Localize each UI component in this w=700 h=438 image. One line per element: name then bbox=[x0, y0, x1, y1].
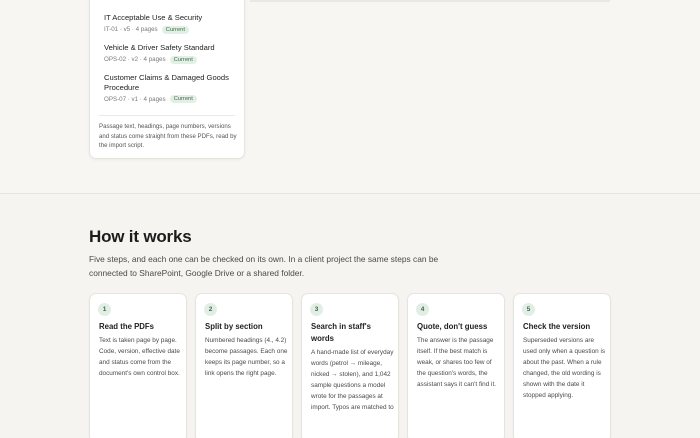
step-title: Check the version bbox=[523, 322, 591, 331]
card-note: Passage text, headings, page numbers, ve… bbox=[99, 123, 237, 150]
step-card: 3 Search in staff's words A hand-made li… bbox=[301, 293, 399, 438]
step-number: 5 bbox=[522, 303, 535, 316]
document-item[interactable]: Vehicle & Driver Safety Standard OPS-02 … bbox=[104, 43, 242, 64]
document-title: IT Acceptable Use & Security bbox=[104, 13, 203, 22]
step-card: 2 Split by section Numbered headings (4.… bbox=[195, 293, 293, 438]
step-body: Superseded versions are used only when a… bbox=[523, 337, 606, 400]
step-number: 4 bbox=[416, 303, 429, 316]
document-item[interactable]: Customer Claims & Damaged Goods Procedur… bbox=[104, 73, 242, 104]
step-title: Read the PDFs bbox=[99, 322, 155, 331]
document-item[interactable]: IT Acceptable Use & Security IT-01 · v5 … bbox=[104, 13, 242, 34]
status-badge: Current bbox=[169, 95, 197, 104]
document-meta: OPS-07 · v1 · 4 pages Current bbox=[104, 95, 242, 104]
step-title: Quote, don't guess bbox=[417, 322, 488, 331]
document-title: Customer Claims & Damaged Goods Procedur… bbox=[104, 73, 229, 92]
document-title: Vehicle & Driver Safety Standard bbox=[104, 43, 215, 52]
document-meta: IT-01 · v5 · 4 pages Current bbox=[104, 25, 242, 34]
step-card: 1 Read the PDFs Text is taken page by pa… bbox=[89, 293, 187, 438]
step-title: Search in staff's words bbox=[311, 322, 371, 344]
source-documents-card: IT Acceptable Use & Security IT-01 · v5 … bbox=[89, 0, 245, 159]
step-number: 1 bbox=[98, 303, 111, 316]
step-title: Split by section bbox=[205, 322, 263, 331]
step-card: 4 Quote, don't guess The answer is the p… bbox=[407, 293, 505, 438]
step-body: Text is taken page by page. Code, versio… bbox=[99, 337, 180, 378]
document-meta: OPS-02 · v2 · 4 pages Current bbox=[104, 55, 242, 64]
step-card: 5 Check the version Superseded versions … bbox=[513, 293, 611, 438]
section-subtitle: Five steps, and each one can be checked … bbox=[89, 254, 439, 278]
status-badge: Current bbox=[161, 25, 189, 34]
document-meta-text: OPS-07 · v1 · 4 pages bbox=[104, 95, 166, 103]
section-title: How it works bbox=[89, 227, 192, 246]
step-body: The answer is the passage itself. If the… bbox=[417, 337, 497, 389]
document-meta-text: OPS-02 · v2 · 4 pages bbox=[104, 56, 166, 64]
step-number: 3 bbox=[310, 303, 323, 316]
step-body: Numbered headings (4., 4.2) become passa… bbox=[205, 337, 288, 378]
top-right-panel-edge bbox=[250, 0, 610, 2]
document-meta-text: IT-01 · v5 · 4 pages bbox=[104, 26, 158, 34]
status-badge: Current bbox=[169, 55, 197, 64]
step-number: 2 bbox=[204, 303, 217, 316]
card-divider bbox=[99, 115, 235, 116]
step-body: A hand-made list of everyday words (petr… bbox=[311, 349, 394, 412]
